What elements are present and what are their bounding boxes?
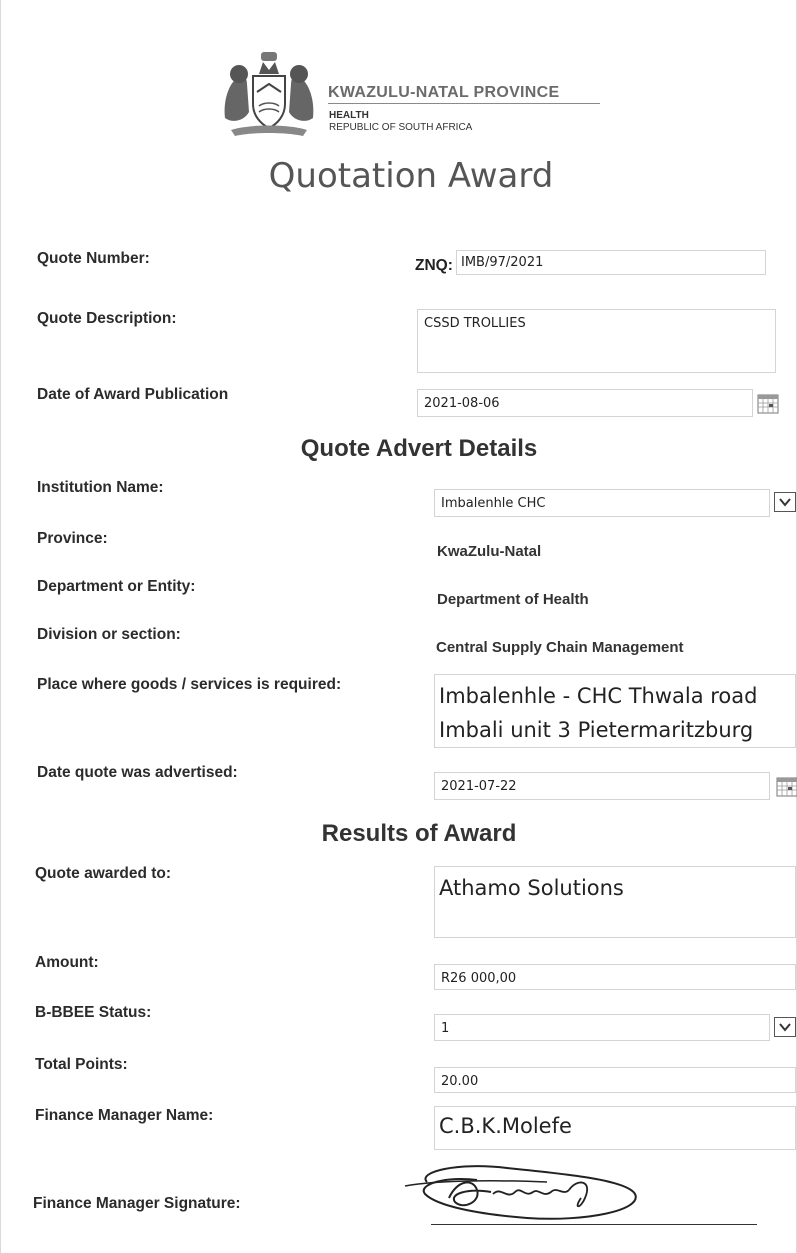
- advert-date-label: Date quote was advertised:: [37, 764, 238, 781]
- division-value: Central Supply Chain Management: [436, 639, 684, 656]
- bbbee-select[interactable]: 1: [434, 1014, 770, 1041]
- signature-drawing: [404, 1165, 637, 1220]
- page-title: Quotation Award: [268, 156, 554, 196]
- division-label: Division or section:: [37, 626, 181, 643]
- province-label: Province:: [37, 530, 108, 547]
- institution-label: Institution Name:: [37, 479, 164, 496]
- advert-heading: Quote Advert Details: [300, 435, 538, 462]
- org-country: REPUBLIC OF SOUTH AFRICA: [329, 122, 473, 133]
- quote-number-prefix: ZNQ:: [415, 257, 453, 274]
- signature-line: [431, 1224, 757, 1225]
- quote-description-field[interactable]: CSSD TROLLIES: [417, 309, 776, 373]
- results-heading: Results of Award: [321, 820, 517, 847]
- institution-dropdown-button[interactable]: [774, 492, 796, 512]
- place-label: Place where goods / services is required…: [37, 676, 342, 693]
- quote-number-label: Quote Number:: [37, 250, 150, 267]
- calendar-icon[interactable]: [776, 777, 797, 797]
- bbbee-dropdown-button[interactable]: [774, 1017, 796, 1037]
- awarded-to-field[interactable]: Athamo Solutions: [434, 866, 796, 938]
- amount-field[interactable]: R26 000,00: [434, 964, 796, 990]
- coat-of-arms-icon: [219, 48, 319, 140]
- signature-label: Finance Manager Signature:: [33, 1195, 241, 1212]
- bbbee-label: B-BBEE Status:: [35, 1004, 152, 1021]
- quote-number-field[interactable]: IMB/97/2021: [456, 250, 766, 275]
- calendar-icon[interactable]: [757, 394, 779, 414]
- manager-name-field[interactable]: C.B.K.Molefe: [434, 1106, 796, 1150]
- org-name: KWAZULU-NATAL PROVINCE: [328, 84, 600, 104]
- quote-description-label: Quote Description:: [37, 310, 177, 327]
- place-field[interactable]: Imbalenhle - CHC Thwala road Imbali unit…: [434, 674, 796, 748]
- advert-date-field[interactable]: 2021-07-22: [434, 772, 770, 800]
- chevron-down-icon: [779, 498, 791, 507]
- quotation-award-form: KWAZULU-NATAL PROVINCE HEALTH REPUBLIC O…: [0, 0, 797, 1253]
- department-value: Department of Health: [437, 591, 589, 608]
- institution-select[interactable]: Imbalenhle CHC: [434, 489, 770, 517]
- org-department: HEALTH: [329, 110, 369, 121]
- department-label: Department or Entity:: [37, 578, 196, 595]
- chevron-down-icon: [779, 1023, 791, 1032]
- award-date-label: Date of Award Publication: [37, 386, 229, 403]
- province-value: KwaZulu-Natal: [437, 543, 542, 560]
- manager-label: Finance Manager Name:: [35, 1107, 214, 1124]
- points-label: Total Points:: [35, 1056, 128, 1073]
- amount-label: Amount:: [35, 954, 99, 971]
- points-field[interactable]: 20.00: [434, 1067, 796, 1093]
- awarded-to-label: Quote awarded to:: [35, 865, 172, 882]
- award-date-field[interactable]: 2021-08-06: [417, 389, 753, 417]
